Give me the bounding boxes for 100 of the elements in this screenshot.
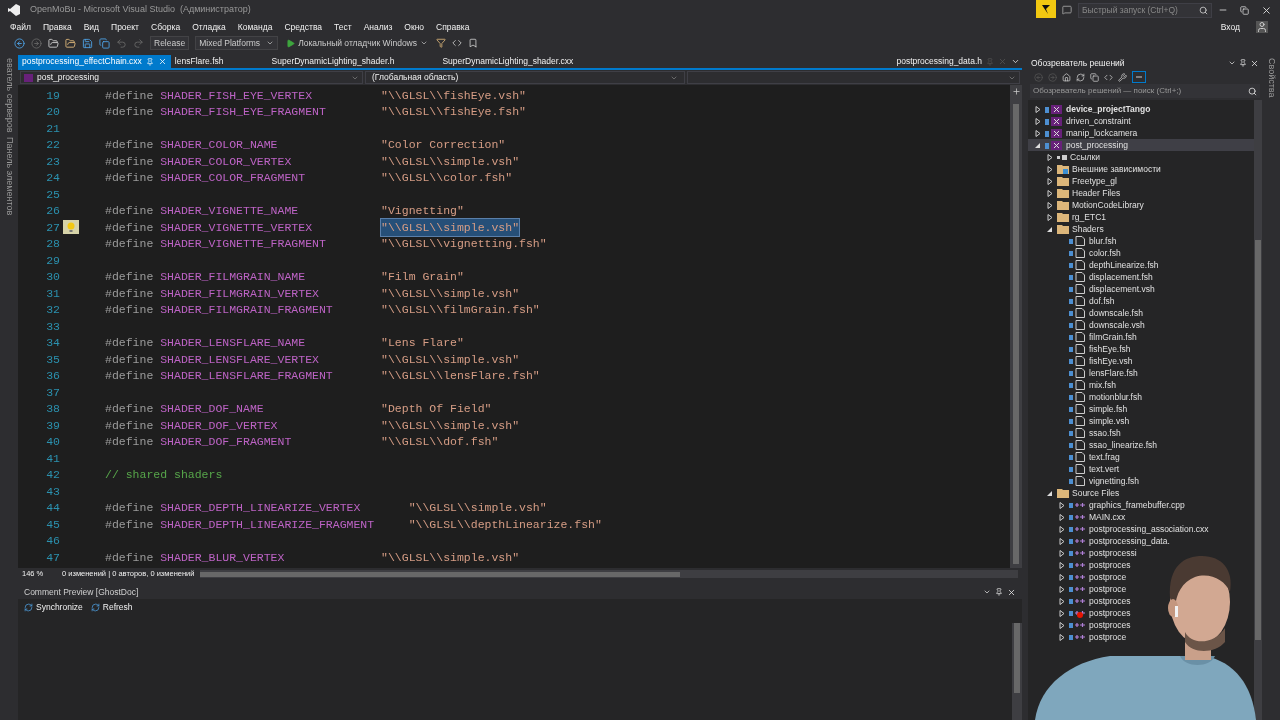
open-folder-icon[interactable] (65, 37, 76, 49)
refresh-icon[interactable] (90, 602, 100, 612)
tab-list-icon[interactable] (1011, 57, 1020, 66)
menu-item[interactable]: Файл (4, 20, 37, 34)
notification-flag-icon[interactable] (1036, 0, 1056, 18)
quick-launch-field[interactable]: Быстрый запуск (Ctrl+Q) (1078, 2, 1212, 18)
project-dropdown[interactable]: post_processing (20, 71, 363, 84)
expand-arrow-icon[interactable] (1047, 213, 1053, 221)
expand-arrow-icon[interactable] (1059, 549, 1065, 557)
tree-item[interactable]: postprocessi (1028, 547, 1254, 559)
save-icon[interactable] (82, 37, 93, 49)
play-icon[interactable] (286, 38, 296, 48)
tree-item[interactable]: downscale.vsh (1028, 319, 1254, 331)
pin-icon[interactable] (1239, 59, 1247, 67)
toolbar-button[interactable]: Refresh (90, 600, 133, 614)
menu-item[interactable]: Справка (430, 20, 476, 34)
tree-item[interactable]: displacement.vsh (1028, 283, 1254, 295)
vertical-scrollbar[interactable] (1010, 85, 1022, 568)
tree-item[interactable]: simple.fsh (1028, 403, 1254, 415)
collapse-all-icon[interactable] (1090, 72, 1099, 82)
tree-item[interactable]: postproces (1028, 607, 1254, 619)
tree-item[interactable]: driven_constraint (1028, 115, 1254, 127)
tree-item[interactable]: color.fsh (1028, 247, 1254, 259)
tree-item[interactable]: filmGrain.fsh (1028, 331, 1254, 343)
home-icon[interactable] (1062, 72, 1071, 82)
side-tab[interactable]: еватель серверов (0, 58, 20, 133)
expand-arrow-icon[interactable] (1059, 525, 1065, 533)
collapse-arrow-icon[interactable] (1035, 141, 1041, 149)
tree-item[interactable]: manip_lockcamera (1028, 127, 1254, 139)
collapse-arrow-icon[interactable] (1047, 489, 1053, 497)
tree-item[interactable]: motionblur.fsh (1028, 391, 1254, 403)
tree-item[interactable]: postproce (1028, 583, 1254, 595)
tree-item[interactable]: text.frag (1028, 451, 1254, 463)
close-tab-icon[interactable] (157, 57, 167, 66)
tree-item[interactable]: rg_ETC1 (1028, 211, 1254, 223)
tree-item[interactable]: device_projectTango (1028, 103, 1254, 115)
feedback-icon[interactable] (1062, 5, 1072, 15)
menu-item[interactable]: Средства (278, 20, 329, 34)
platform-dropdown[interactable]: Mixed Platforms (195, 36, 279, 50)
tree-item[interactable]: MotionCodeLibrary (1028, 199, 1254, 211)
tree-item[interactable]: graphics_framebuffer.cpp (1028, 499, 1254, 511)
tree-item[interactable]: post_processing (1028, 139, 1254, 151)
expand-arrow-icon[interactable] (1047, 165, 1053, 173)
tree-item[interactable]: blur.fsh (1028, 235, 1254, 247)
tree-item[interactable]: simple.vsh (1028, 415, 1254, 427)
close-panel-icon[interactable] (1250, 58, 1259, 68)
tree-item[interactable]: dof.fsh (1028, 295, 1254, 307)
lightbulb-icon[interactable] (63, 220, 79, 235)
editor-tab[interactable]: lensFlare.fsh (170, 55, 228, 68)
expand-arrow-icon[interactable] (1059, 597, 1065, 605)
tree-item[interactable]: ssao.fsh (1028, 427, 1254, 439)
tree-item[interactable]: text.vert (1028, 463, 1254, 475)
expand-arrow-icon[interactable] (1035, 117, 1041, 125)
account-icon[interactable] (1256, 21, 1268, 33)
tree-scrollbar[interactable] (1254, 100, 1262, 720)
search-field[interactable]: Обозреватель решений — поиск (Ctrl+;) (1030, 84, 1260, 98)
editor-tab[interactable]: postprocessing_effectChain.cxx (18, 55, 171, 68)
back-icon[interactable] (14, 37, 25, 49)
editor-tab[interactable]: SuperDynamicLighting_shader.h (267, 55, 399, 68)
expand-arrow-icon[interactable] (1059, 573, 1065, 581)
tree-item[interactable]: lensFlare.fsh (1028, 367, 1254, 379)
pin-icon[interactable] (995, 588, 1003, 596)
sign-in-link[interactable]: Вход (1220, 20, 1240, 34)
tree-item[interactable]: downscale.fsh (1028, 307, 1254, 319)
tree-item[interactable]: postproce (1028, 631, 1254, 643)
expand-arrow-icon[interactable] (1047, 189, 1053, 197)
tree-item[interactable]: ssao_linearize.fsh (1028, 439, 1254, 451)
menu-item[interactable]: Проект (105, 20, 145, 34)
expand-arrow-icon[interactable] (1059, 621, 1065, 629)
expand-arrow-icon[interactable] (1047, 153, 1053, 161)
tree-item[interactable]: postproces (1028, 619, 1254, 631)
tree-item[interactable]: Header Files (1028, 187, 1254, 199)
tree-item[interactable]: postprocessing_association.cxx (1028, 523, 1254, 535)
menu-item[interactable]: Вид (77, 20, 105, 34)
scope-dropdown[interactable]: (Глобальная область) (365, 71, 685, 84)
toolbar-button[interactable]: Synchronize (24, 600, 83, 614)
close-icon[interactable] (1261, 4, 1272, 16)
pin-icon[interactable] (145, 57, 154, 66)
side-tab[interactable]: Свойства (1260, 58, 1280, 98)
expand-arrow-icon[interactable] (1059, 633, 1065, 641)
expand-arrow-icon[interactable] (1035, 105, 1041, 113)
menu-item[interactable]: Правка (36, 20, 78, 34)
restore-icon[interactable] (1240, 5, 1249, 15)
menu-item[interactable]: Окно (398, 20, 431, 34)
expand-arrow-icon[interactable] (1059, 561, 1065, 569)
expand-arrow-icon[interactable] (1059, 513, 1065, 521)
expand-arrow-icon[interactable] (1035, 129, 1041, 137)
expand-arrow-icon[interactable] (1059, 501, 1065, 509)
expand-arrow-icon[interactable] (1059, 609, 1065, 617)
menu-item[interactable]: Тест (328, 20, 358, 34)
tree-item[interactable]: postproce (1028, 571, 1254, 583)
menu-item[interactable]: Анализ (357, 20, 399, 34)
tree-item[interactable]: Shaders (1028, 223, 1254, 235)
menu-item[interactable]: Отладка (186, 20, 232, 34)
tree-item[interactable]: fishEye.fsh (1028, 343, 1254, 355)
start-debugging-button[interactable]: Локальный отладчик Windows (284, 36, 430, 50)
tree-item[interactable]: postprocessing_data. (1028, 535, 1254, 547)
tree-item[interactable]: postproces (1028, 595, 1254, 607)
split-icon[interactable] (1011, 87, 1021, 96)
tree-item[interactable]: Source Files (1028, 487, 1254, 499)
